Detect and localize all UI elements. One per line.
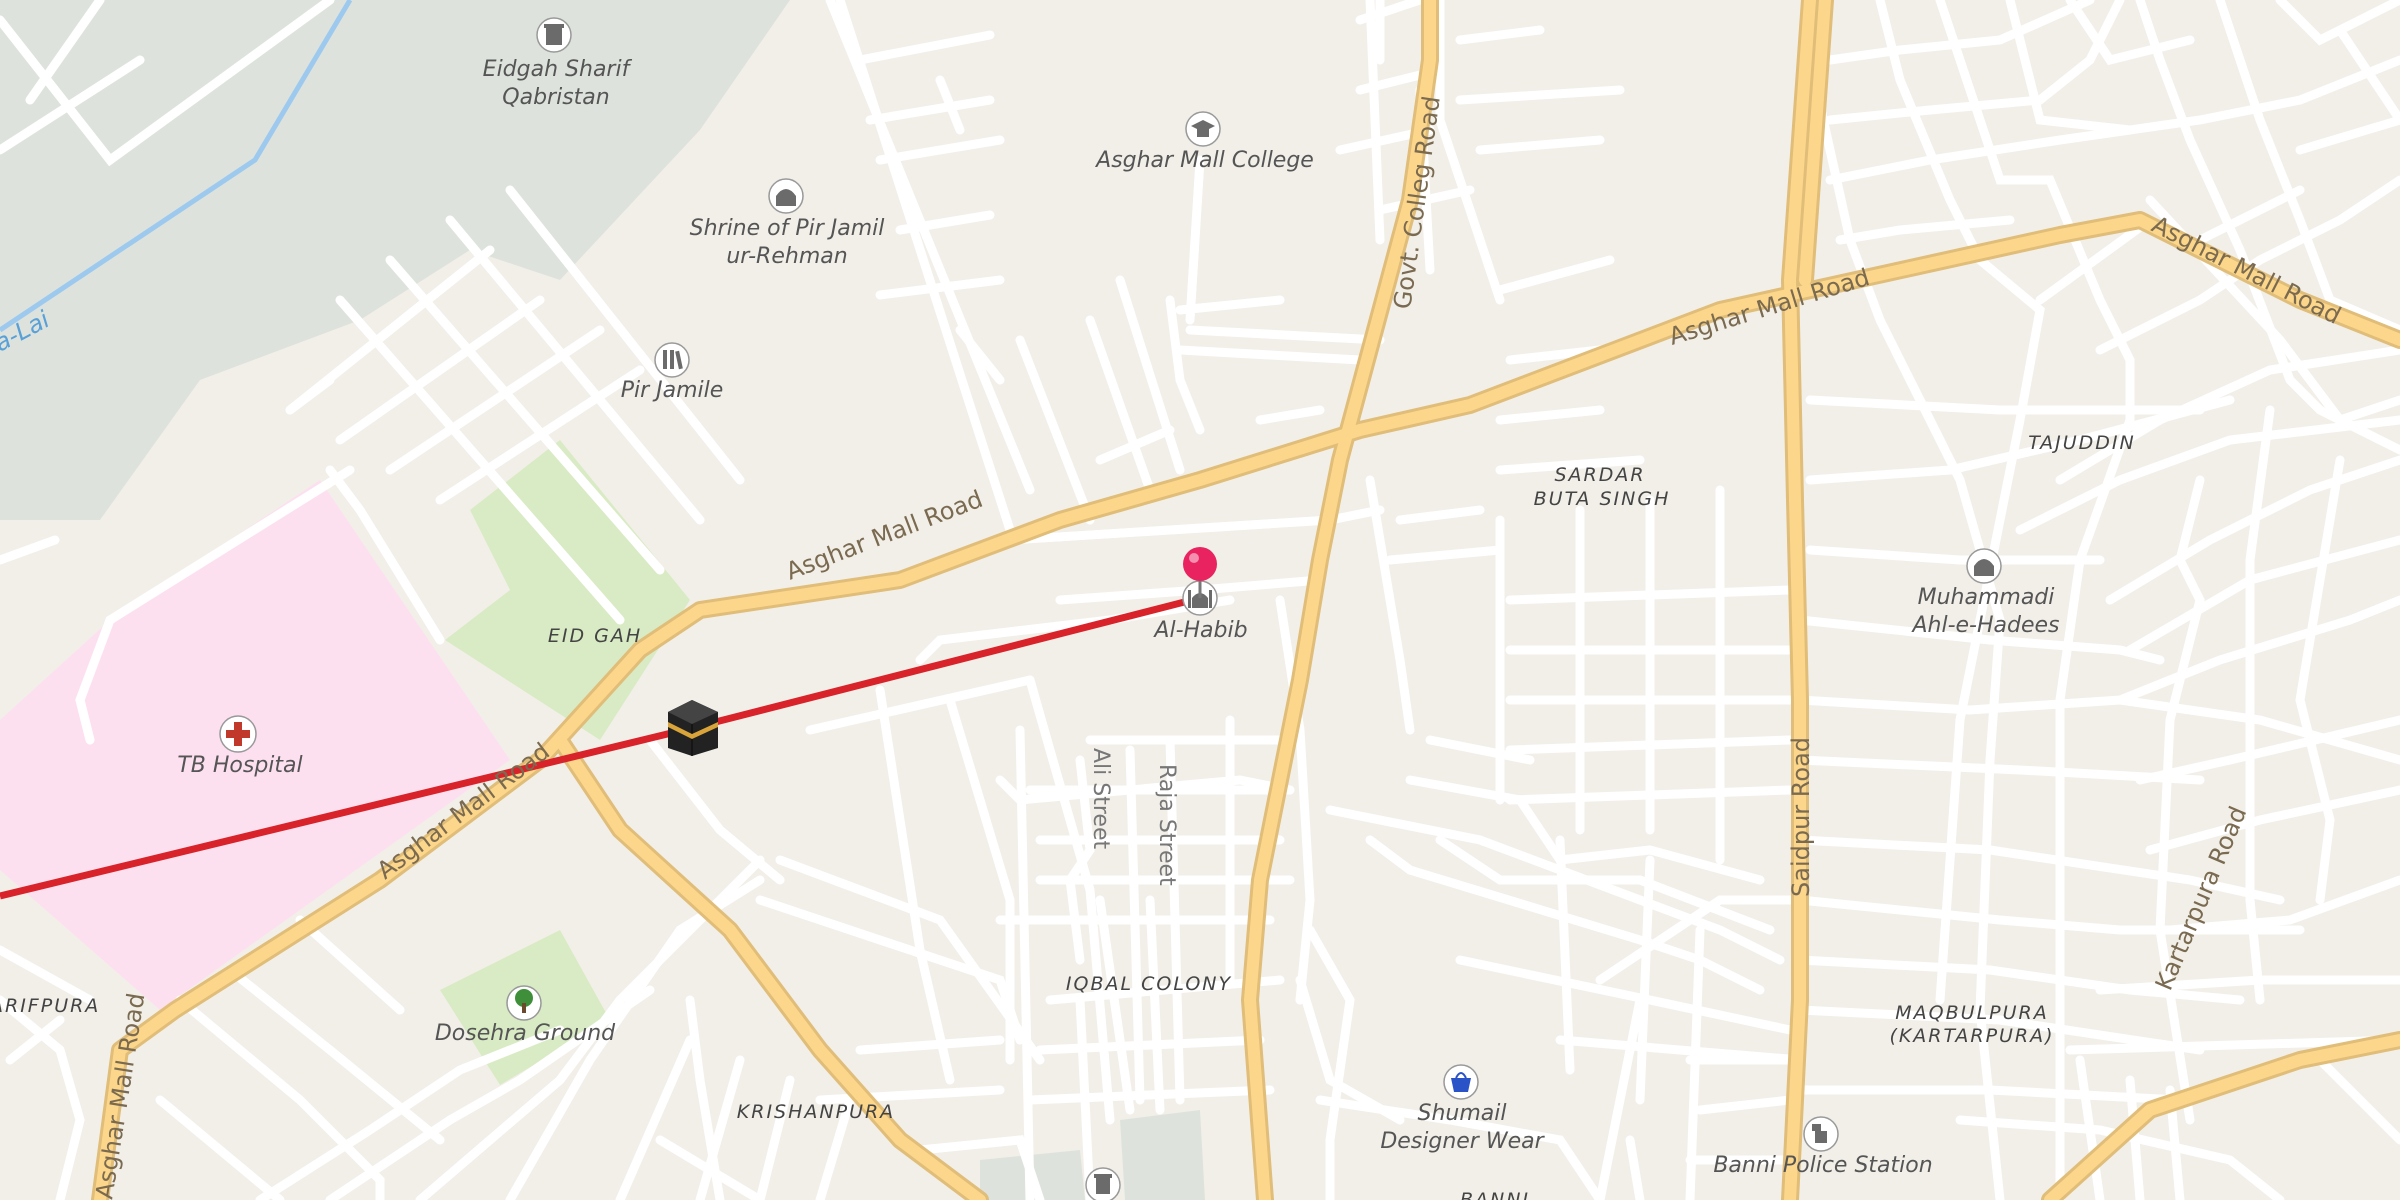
poi-label-shrine-line1: Shrine of Pir Jamil (690, 216, 885, 241)
poi-label-shrine-line2: ur-Rehman (726, 244, 847, 269)
road-label-asghar-mall-road-3: Asghar Mall Road (1666, 263, 1873, 351)
poi-banni-police-station[interactable]: Banni Police Station (1713, 1116, 1933, 1178)
eid-gah-park (445, 440, 690, 740)
area-label-banni: BANNI (1460, 1189, 1530, 1200)
poi-label-shumail: Shumail (1418, 1101, 1507, 1126)
street-label-ali-street: Ali Street (1088, 748, 1113, 849)
area-label-arifpura: ARIFPURA (0, 995, 100, 1017)
poi-label-eidgah-sharif: Eidgah Sharif (483, 57, 633, 82)
poi-label-banni-police-station: Banni Police Station (1713, 1153, 1932, 1178)
poi-bottom-cemetery[interactable] (1085, 1167, 1121, 1200)
poi-label-al-habib: Al-Habib (1152, 618, 1247, 643)
road-label-asghar-mall-road-1: Asghar Mall Road (782, 485, 986, 586)
road-label-saidpur-road: Saidpur Road (1787, 737, 1815, 897)
poi-asghar-mall-college[interactable]: Asghar Mall College (1094, 111, 1314, 173)
tb-hospital-area (0, 480, 510, 1010)
bottom-park (1120, 1110, 1205, 1200)
poi-label-tb-hospital: TB Hospital (177, 753, 302, 778)
poi-label-ahl-e-hadees: Ahl-e-Hadees (1910, 613, 2059, 638)
area-label-eid-gah: EID GAH (548, 625, 642, 647)
poi-label-asghar-mall-college: Asghar Mall College (1094, 148, 1314, 173)
poi-label-dosehra-ground: Dosehra Ground (435, 1021, 616, 1046)
kaaba-icon[interactable] (668, 700, 718, 756)
poi-label-qabristan: Qabristan (502, 85, 609, 110)
road-label-asghar-mall-road-5: Asghar Mall Road (90, 991, 150, 1200)
area-label-buta-singh: BUTA SINGH (1534, 488, 1671, 510)
area-label-iqbal-colony: IQBAL COLONY (1066, 973, 1232, 995)
poi-shrine-pir-jamil[interactable]: Shrine of Pir Jamil ur-Rehman (690, 178, 885, 269)
poi-label-designer-wear: Designer Wear (1380, 1129, 1545, 1154)
map-canvas[interactable]: Asghar Mall Road Asghar Mall Road Asghar… (0, 0, 2400, 1200)
poi-label-pir-jamile: Pir Jamile (621, 378, 724, 403)
map-svg[interactable]: Asghar Mall Road Asghar Mall Road Asghar… (0, 0, 2400, 1200)
area-label-tajuddin: TAJUDDIN (2028, 432, 2135, 454)
area-label-kartarpura: (KARTARPURA) (1889, 1025, 2054, 1047)
area-label-krishanpura: KRISHANPURA (737, 1101, 895, 1123)
poi-label-muhammadi: Muhammadi (1918, 585, 2055, 610)
area-label-sardar: SARDAR (1554, 464, 1645, 486)
street-label-raja-street: Raja Street (1154, 764, 1179, 886)
area-label-maqbulpura: MAQBULPURA (1895, 1002, 2048, 1024)
